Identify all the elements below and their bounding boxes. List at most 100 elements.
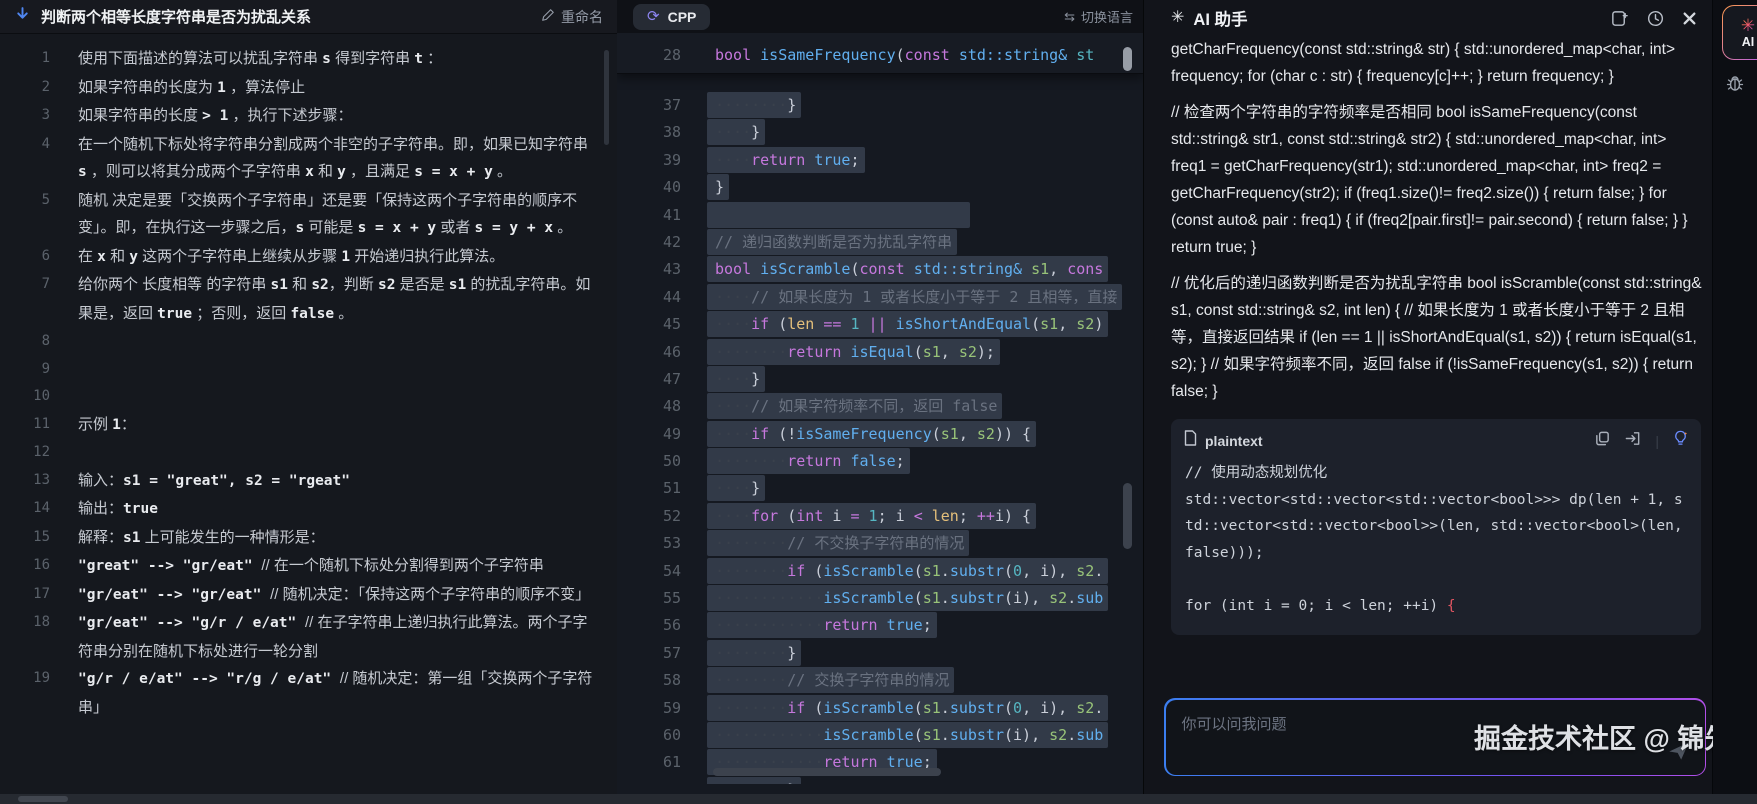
code-line[interactable]: 57 ········} — [617, 639, 1143, 667]
line-number: 13 — [33, 471, 50, 488]
insert-code-icon[interactable] — [1624, 430, 1642, 452]
app-window: 判断两个相等长度字符串是否为扰乱关系 重命名 1 使用下面描述的算法可以扰乱字符串… — [0, 0, 1757, 804]
code-line[interactable]: 62 ········} — [617, 776, 1143, 784]
problem-line-text: 使用下面描述的算法可以扰乱字符串 s 得到字符串 t ： — [78, 50, 443, 67]
line-number: 10 — [33, 388, 50, 404]
line-number: 18 — [33, 614, 50, 630]
code-line[interactable]: 47 ····} — [617, 365, 1143, 393]
ai-assistant-button[interactable]: ✳ AI — [1722, 5, 1757, 60]
codeblock-code[interactable]: // 使用动态规划优化 std::vector<std::vector<std::… — [1171, 454, 1701, 635]
line-number: 49 — [662, 424, 681, 443]
line-number: 8 — [41, 333, 50, 349]
line-number: 38 — [662, 123, 681, 142]
selection-highlight: ····return true; — [707, 146, 865, 173]
chat-paragraph: // 检查两个字符串的字符频率是否相同 bool isSameFrequency… — [1171, 104, 1692, 256]
line-number: 48 — [662, 397, 681, 416]
selection-highlight: ····// 如果长度为 1 或者长度小于等于 2 且相等，直接 — [707, 283, 1123, 310]
code-line[interactable]: 41 — [617, 202, 1143, 229]
code-line[interactable]: 46 ········return isEqual(s1, s2); — [617, 338, 1143, 366]
code-line[interactable]: 38 ····} — [617, 119, 1143, 146]
line-number: 2 — [41, 78, 50, 95]
code-line[interactable]: 49 ····if (!isSameFrequency(s1, s2)) { — [617, 420, 1143, 448]
selection-highlight: ········// 交换子字符串的情况 — [707, 667, 955, 694]
download-arrow-icon — [14, 6, 31, 28]
problem-line-text: 如果字符串的长度 > 1 ，执行下述步骤： — [78, 107, 353, 124]
red-brace: { — [1446, 597, 1456, 614]
line-number: 51 — [662, 479, 681, 498]
selection-highlight: ····if (len == 1 || isShortAndEqual(s1, … — [707, 311, 1109, 338]
problem-text[interactable]: 1 使用下面描述的算法可以扰乱字符串 s 得到字符串 t ： 2 如果字符串的长度为 … — [0, 34, 617, 794]
problem-line-text: 输入：s1 = "great", s2 = "rgeat" — [78, 471, 350, 489]
close-icon[interactable] — [1682, 11, 1697, 26]
line-number: 11 — [33, 415, 50, 432]
selection-highlight: // 递归函数判断是否为扰乱字符串 — [707, 228, 958, 255]
code-line[interactable]: 50 ········return false; — [617, 448, 1143, 475]
problem-line: 4 在一个随机下标处将字符串分割成两个非空的子字符串。即，如果已知字符串 s ，则… — [0, 131, 617, 187]
line-number: 52 — [662, 506, 681, 525]
code-line[interactable]: 58 ········// 交换子字符串的情况 — [617, 667, 1143, 694]
new-chat-button[interactable] — [1610, 9, 1629, 28]
selection-highlight: ····for (int i = 1; i < len; ++i) { — [707, 502, 1037, 529]
history-clock-icon[interactable] — [1646, 9, 1665, 28]
line-number: 15 — [33, 528, 50, 545]
swap-arrows-icon: ⇆ — [1064, 8, 1075, 24]
code-line[interactable]: 53 ········// 不交换子字符串的情况 — [617, 530, 1143, 557]
selection-highlight: bool isScramble(const std::string& s1, c… — [707, 256, 1109, 283]
sparkle-icon: ✳ — [1171, 9, 1185, 26]
editor-scroll-marker[interactable] — [1123, 47, 1132, 71]
selection-highlight: ········if (isScramble(s1.substr(0, i), … — [707, 557, 1109, 584]
line-number: 4 — [41, 135, 50, 152]
code-line[interactable]: 54 ········if (isScramble(s1.substr(0, i)… — [617, 557, 1143, 585]
ai-title: AI 助手 — [1193, 11, 1248, 29]
selection-highlight: } — [707, 174, 730, 201]
line-number: 7 — [41, 276, 50, 292]
code-line[interactable]: 60 ············isScramble(s1.substr(i), s… — [617, 721, 1143, 749]
optimize-bulb-icon[interactable] — [1672, 429, 1689, 452]
line-number: 43 — [662, 260, 681, 279]
problem-scrollbar-thumb[interactable] — [604, 50, 609, 145]
editor-hscrollbar-thumb[interactable] — [713, 768, 941, 776]
code-line[interactable]: 52 ····for (int i = 1; i < len; ++i) { — [617, 502, 1143, 530]
code-line[interactable]: 39 ····return true; — [617, 146, 1143, 174]
problem-line-text: "g/r / e/at" --> "r/g / e/at" // 随机决定：第一… — [78, 670, 593, 716]
selection-highlight: ········return isEqual(s1, s2); — [707, 338, 1000, 365]
code-editor[interactable]: 28 bool isSameFrequency(const std::string… — [617, 33, 1143, 784]
code-line[interactable]: 42 // 递归函数判断是否为扰乱字符串 — [617, 228, 1143, 256]
line-number: 54 — [662, 561, 681, 580]
debug-bug-icon[interactable] — [1724, 72, 1746, 99]
selection-highlight: ········} — [707, 92, 802, 118]
problem-line-text: "gr/eat" --> "gr/eat" // 随机决定：「保持这两个子字符串… — [78, 585, 591, 603]
code-line[interactable]: 59 ········if (isScramble(s1.substr(0, i)… — [617, 694, 1143, 722]
copy-icon[interactable] — [1594, 430, 1611, 452]
code-line[interactable]: 45 ····if (len == 1 || isShortAndEqual(s1… — [617, 311, 1143, 338]
code-line[interactable]: 55 ············isScramble(s1.substr(i), s… — [617, 585, 1143, 612]
code-line[interactable]: 37 ········} — [617, 92, 1143, 119]
sticky-line[interactable]: 28 bool isSameFrequency(const std::string… — [617, 33, 1143, 74]
right-toolbar: ✳ AI — [1712, 0, 1757, 794]
codeblock-line: std::vector<std::vector<std::vector<bool… — [1185, 491, 1692, 561]
code-line[interactable]: 43 bool isScramble(const std::string& s1,… — [617, 256, 1143, 283]
line-number: 47 — [662, 369, 681, 388]
code-line[interactable]: 44 ····// 如果长度为 1 或者长度小于等于 2 且相等，直接 — [617, 283, 1143, 311]
line-number: 9 — [41, 360, 50, 377]
code-line[interactable]: 48 ····// 如果字符频率不同，返回 false — [617, 393, 1143, 420]
pencil-icon — [541, 8, 555, 25]
sticky-line-code: bool isSameFrequency(const std::string& … — [715, 46, 1095, 64]
rename-button[interactable]: 重命名 — [541, 7, 603, 27]
line-number: 17 — [33, 585, 50, 602]
bottom-scrollbar-thumb[interactable] — [18, 796, 68, 802]
problem-line: 18 "gr/eat" --> "g/r / e/at" // 在子字符串上递归执… — [0, 609, 617, 665]
chat-paragraph: getCharFrequency(const std::string& str)… — [1171, 41, 1680, 85]
problem-line: 17 "gr/eat" --> "gr/eat" // 随机决定：「保持这两个子字… — [0, 581, 617, 610]
line-number: 42 — [662, 232, 681, 251]
editor-vscrollbar-thumb[interactable] — [1123, 483, 1132, 549]
tab-cpp[interactable]: ⟳ CPP — [633, 3, 711, 30]
code-line[interactable]: 56 ············return true; — [617, 612, 1143, 639]
switch-language-button[interactable]: ⇆ 切换语言 — [1064, 7, 1133, 26]
code-line[interactable]: 40} — [617, 174, 1143, 201]
problem-line-text: 示例 1： — [78, 415, 136, 433]
line-number: 1 — [41, 50, 50, 66]
code-line[interactable]: 51 ····} — [617, 475, 1143, 502]
line-number: 61 — [662, 753, 681, 772]
problem-line: 8 — [0, 328, 617, 356]
